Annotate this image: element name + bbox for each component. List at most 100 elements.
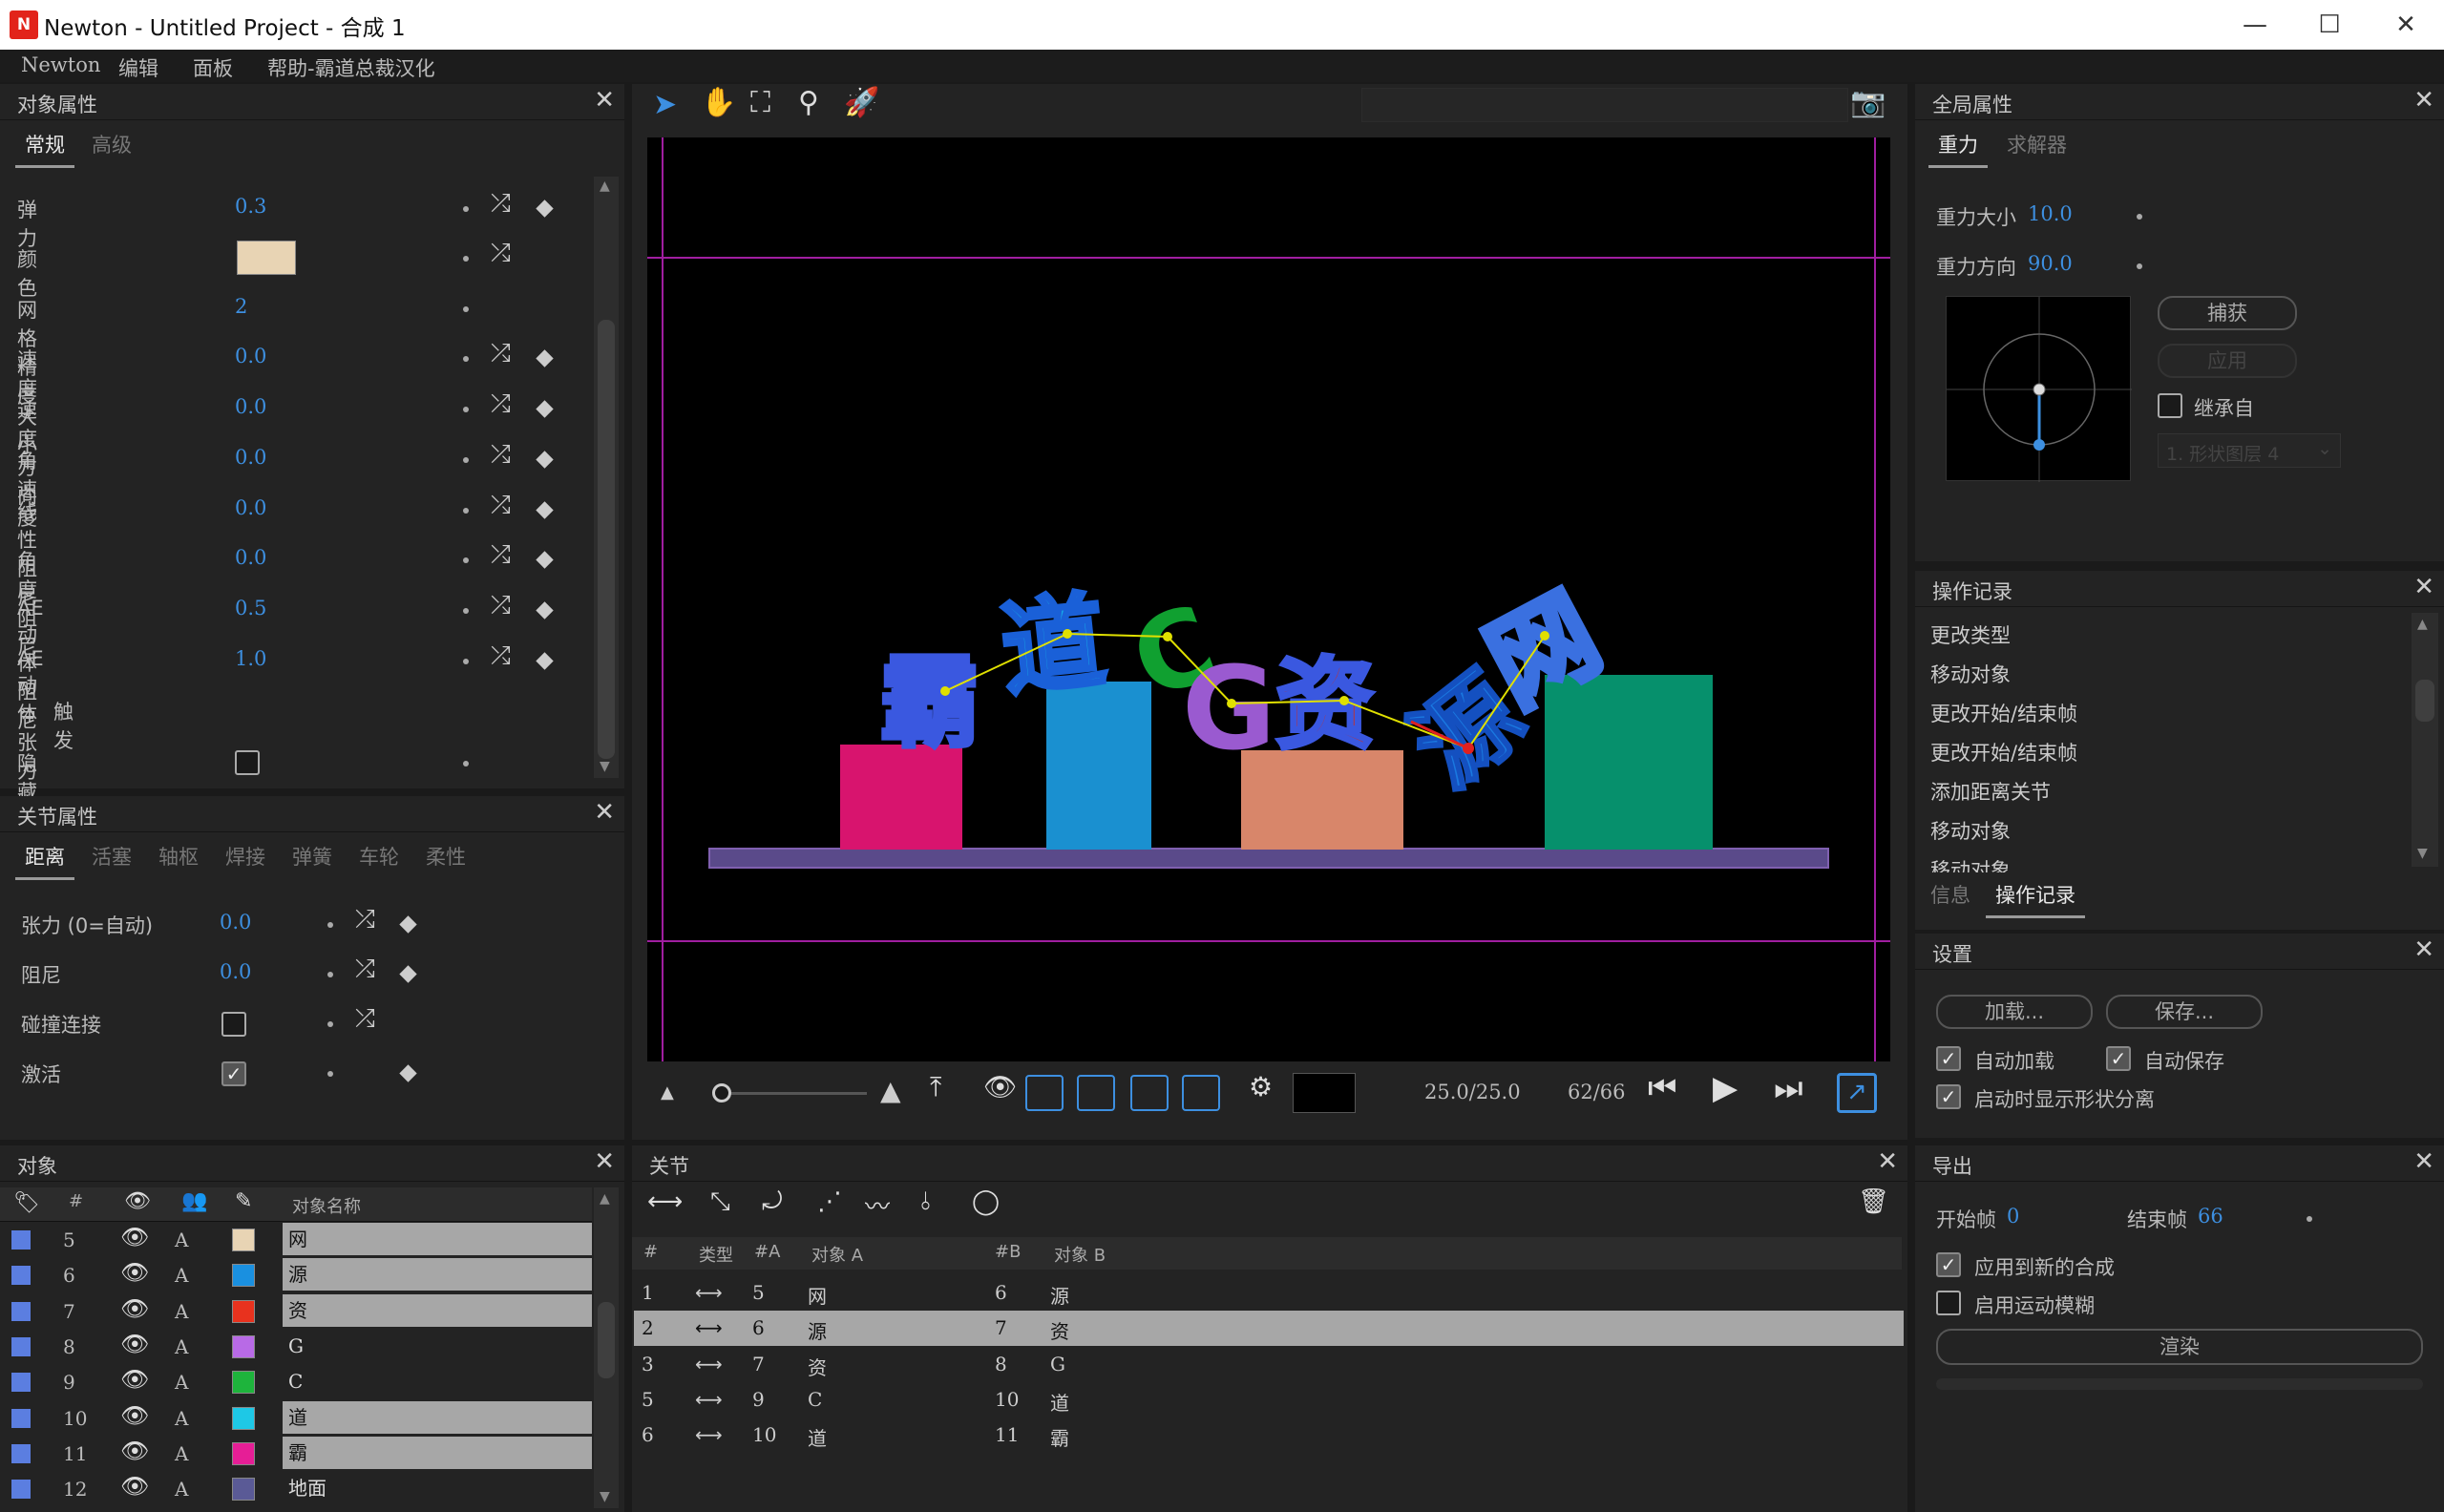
view-mode-left-button[interactable]: [1130, 1075, 1169, 1111]
prop-value[interactable]: 0.5: [235, 597, 266, 620]
prop-value[interactable]: 0.0: [235, 395, 266, 418]
label-color-box[interactable]: [11, 1408, 31, 1428]
close-icon[interactable]: ✕: [2413, 86, 2434, 115]
object-body-type[interactable]: A: [175, 1371, 188, 1394]
auto-save-checkbox[interactable]: ✓: [2106, 1046, 2131, 1071]
shuffle-icon[interactable]: ⤮: [491, 491, 511, 520]
keyframe-dot[interactable]: [463, 206, 469, 212]
close-icon[interactable]: ✕: [594, 86, 615, 115]
close-icon[interactable]: ✕: [2413, 1147, 2434, 1176]
shuffle-icon[interactable]: ⤮: [491, 591, 511, 620]
keyframe-dot[interactable]: [2137, 263, 2142, 269]
play-icon[interactable]: ▶: [1713, 1069, 1738, 1107]
object-body-type[interactable]: A: [175, 1478, 188, 1501]
object-name[interactable]: 霸: [283, 1436, 592, 1469]
gravity-size-value[interactable]: 10.0: [2028, 202, 2073, 225]
label-color-box[interactable]: [11, 1336, 31, 1356]
apply-new-comp-checkbox[interactable]: ✓: [1936, 1252, 1961, 1277]
objects-scrollbar[interactable]: ▲ ▼: [594, 1187, 619, 1508]
keyframe-dot[interactable]: [327, 1021, 333, 1027]
rocket-tool-icon[interactable]: 🚀: [844, 86, 879, 119]
object-color-swatch[interactable]: [232, 1299, 255, 1323]
tab-spring[interactable]: 弹簧: [292, 842, 332, 871]
distance-joint-icon[interactable]: ⟷: [647, 1187, 683, 1216]
keyframe-dot[interactable]: [327, 922, 333, 928]
shuffle-icon[interactable]: ⤮: [491, 339, 511, 368]
gravity-direction-value[interactable]: 90.0: [2028, 252, 2073, 275]
hidden-checkbox[interactable]: [235, 750, 260, 775]
camera-icon[interactable]: 📷: [1850, 86, 1886, 119]
maximize-button[interactable]: ☐: [2301, 6, 2358, 44]
eye-icon[interactable]: 👁: [120, 1224, 149, 1250]
object-body-type[interactable]: A: [175, 1264, 188, 1287]
inherit-layer-select[interactable]: 1. 形状图层 4 ⌄: [2158, 433, 2341, 468]
prop-value[interactable]: 2: [235, 295, 247, 318]
mountain-small-icon[interactable]: ▲: [661, 1082, 674, 1102]
close-icon[interactable]: ✕: [2413, 935, 2434, 964]
object-color-swatch[interactable]: [232, 1264, 255, 1288]
canvas[interactable]: 霸 道 C G 资 源 网: [647, 137, 1890, 1061]
menu-help[interactable]: 帮助-霸道总裁汉化: [267, 53, 435, 82]
load-button[interactable]: 加载...: [1936, 995, 2093, 1029]
joint-row[interactable]: 2 ⟷ 6 源 7 资: [634, 1311, 1904, 1347]
background-color-swatch[interactable]: [1293, 1073, 1356, 1113]
keyframe-diamond-icon[interactable]: [399, 965, 417, 983]
object-name[interactable]: 资: [283, 1293, 592, 1327]
close-icon[interactable]: ✕: [594, 798, 615, 827]
object-name[interactable]: 道: [283, 1400, 592, 1434]
shuffle-icon[interactable]: ⤮: [491, 189, 511, 219]
zoom-height-icon[interactable]: ⤒: [930, 1071, 941, 1103]
shuffle-icon[interactable]: ⤮: [491, 440, 511, 470]
capture-button[interactable]: 捕获: [2158, 296, 2297, 330]
keyframe-dot[interactable]: [463, 557, 469, 563]
end-frame-value[interactable]: 66: [2198, 1205, 2223, 1228]
history-item[interactable]: 更改类型: [1930, 620, 2011, 649]
view-mode-top-button[interactable]: [1077, 1075, 1115, 1111]
object-row[interactable]: 5 👁 A 网: [0, 1222, 592, 1257]
tab-pivot[interactable]: 轴枢: [158, 842, 199, 871]
object-row[interactable]: 12 👁 A 地面: [0, 1471, 592, 1506]
history-item[interactable]: 更改开始/结束帧: [1930, 699, 2077, 727]
history-scrollbar[interactable]: ▲ ▼: [2412, 613, 2438, 867]
eye-icon[interactable]: 👁: [120, 1331, 149, 1357]
mountain-large-icon[interactable]: ▲: [880, 1075, 901, 1106]
tension-value[interactable]: 0.0: [220, 911, 251, 934]
object-row[interactable]: 9 👁 A C: [0, 1364, 592, 1399]
joint-row[interactable]: 6 ⟷ 10 道 11 霸: [634, 1418, 1904, 1453]
tab-info[interactable]: 信息: [1930, 880, 1970, 909]
zoom-fit-icon[interactable]: ⛶: [750, 86, 770, 119]
trash-icon[interactable]: 🗑: [1858, 1187, 1889, 1216]
tab-piston[interactable]: 活塞: [92, 842, 132, 871]
zoom-slider[interactable]: [714, 1092, 867, 1095]
menu-edit[interactable]: 编辑: [118, 53, 158, 82]
eye-icon[interactable]: 👁: [120, 1438, 149, 1464]
close-icon[interactable]: ✕: [2413, 573, 2434, 601]
eye-icon[interactable]: 👁: [120, 1402, 149, 1429]
object-name[interactable]: 网: [283, 1223, 592, 1255]
motion-blur-checkbox[interactable]: [1936, 1291, 1961, 1315]
close-window-button[interactable]: ✕: [2377, 6, 2434, 44]
view-mode-right-button[interactable]: [1182, 1075, 1220, 1111]
close-icon[interactable]: ✕: [1877, 1147, 1898, 1176]
close-icon[interactable]: ✕: [594, 1147, 615, 1176]
collide-connected-checkbox[interactable]: [221, 1012, 246, 1037]
prop-value[interactable]: 0.0: [235, 345, 266, 368]
object-name[interactable]: 地面: [283, 1472, 592, 1504]
wheel-joint-icon[interactable]: ⫰: [920, 1187, 931, 1217]
chevron-right-icon[interactable]: ›: [19, 699, 27, 722]
keyframe-dot[interactable]: [327, 972, 333, 977]
visibility-icon[interactable]: 👁: [983, 1071, 1018, 1102]
joint-row[interactable]: 3 ⟷ 7 资 8 G: [634, 1347, 1904, 1382]
prop-value[interactable]: 0.0: [235, 446, 266, 469]
history-item[interactable]: 移动对象: [1930, 660, 2011, 688]
active-checkbox[interactable]: ✓: [221, 1061, 246, 1086]
label-color-box[interactable]: [11, 1266, 31, 1286]
object-color-swatch[interactable]: [232, 1371, 255, 1395]
tab-distance[interactable]: 距离: [15, 842, 74, 880]
object-name[interactable]: G: [283, 1330, 592, 1362]
object-name[interactable]: 源: [283, 1258, 592, 1292]
shuffle-icon[interactable]: ⤮: [355, 905, 375, 934]
spring-joint-icon[interactable]: 〰: [865, 1187, 890, 1223]
show-shape-separation-checkbox[interactable]: ✓: [1936, 1084, 1961, 1109]
pivot-joint-icon[interactable]: ⤾: [762, 1187, 783, 1217]
